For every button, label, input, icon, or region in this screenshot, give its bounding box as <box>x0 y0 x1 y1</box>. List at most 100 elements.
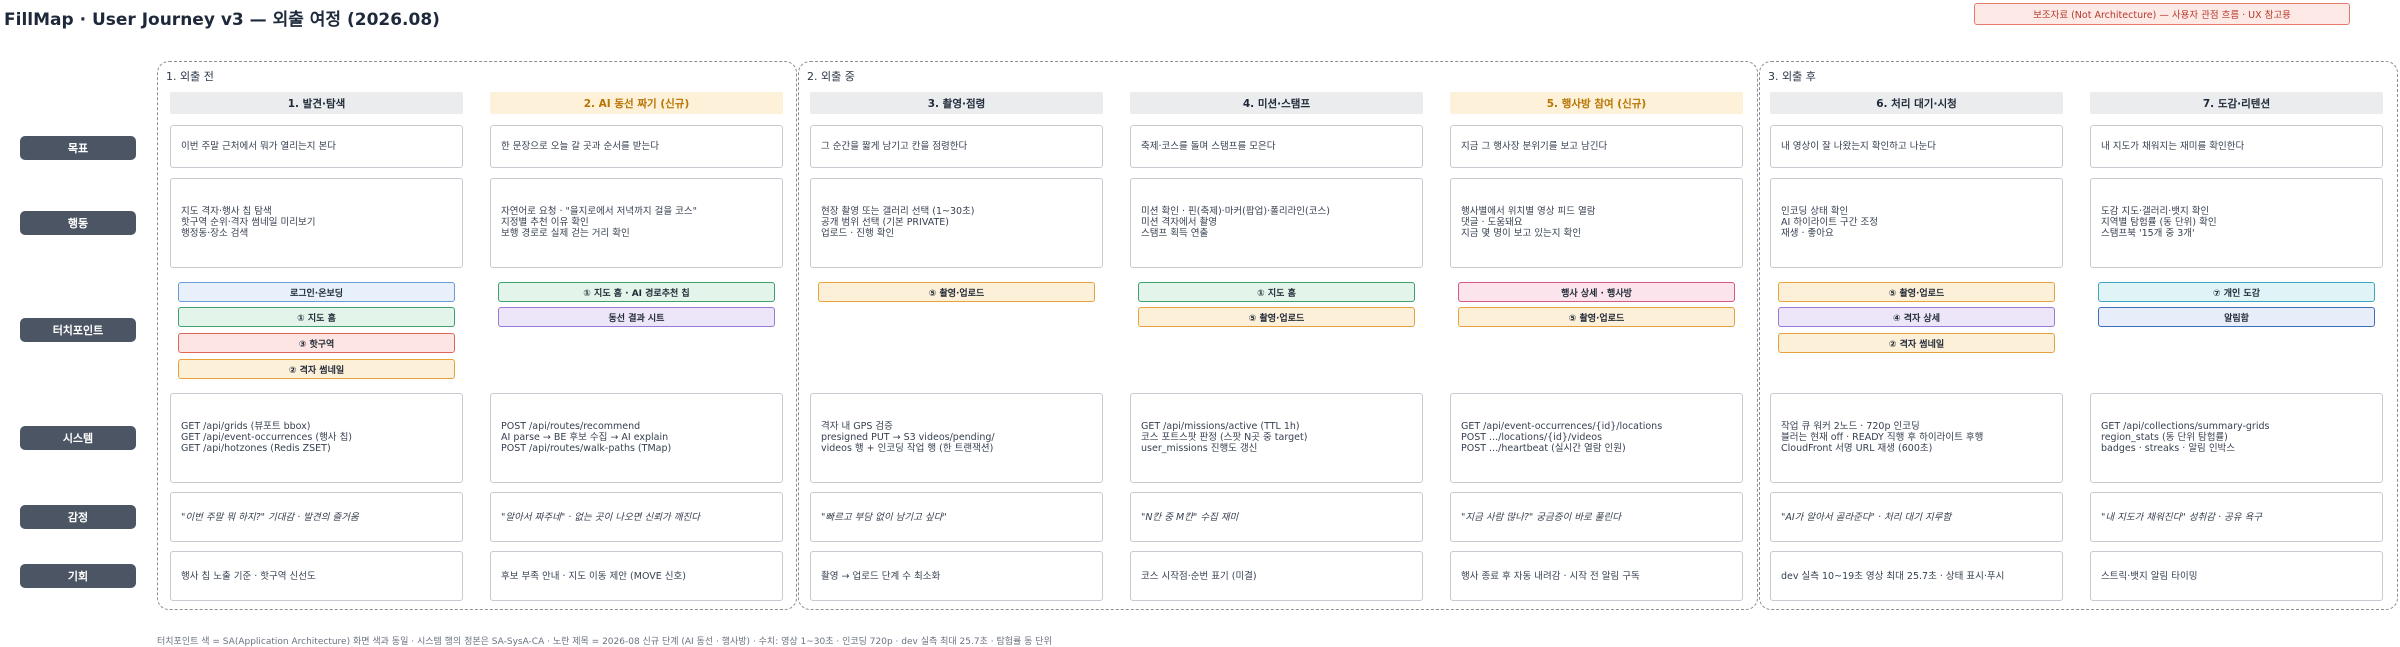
touchpoint-chip[interactable]: ② 격자 썸네일 <box>178 359 455 379</box>
goal-cell: 그 순간을 짧게 남기고 칸을 점령한다 <box>810 125 1103 168</box>
system-line: 코스 포트스팟 판정 (스팟 N곳 중 target) <box>1141 432 1308 443</box>
opportunity-text: 코스 시작점·순번 표기 (미결) <box>1141 570 1257 582</box>
system-line: region_stats (동 단위 탐험률) <box>2101 432 2228 443</box>
goal-cell: 한 문장으로 오늘 갈 곳과 순서를 받는다 <box>490 125 783 168</box>
touchpoint-chip[interactable]: ⑤ 촬영·업로드 <box>1458 307 1735 327</box>
touchpoint-chip[interactable]: 행사 상세 · 행사방 <box>1458 282 1735 302</box>
system-cell: GET /api/missions/active (TTL 1h) 코스 포트스팟… <box>1130 393 1423 483</box>
action-line: 보행 경로로 실제 걷는 거리 확인 <box>501 228 630 239</box>
opportunity-text: 촬영 → 업로드 단계 수 최소화 <box>821 570 941 582</box>
system-cell: 작업 큐 워커 2노드 · 720p 인코딩 블러는 현재 off · READY… <box>1770 393 2063 483</box>
system-line: POST .../locations/{id}/videos <box>1461 432 1603 443</box>
emotion-cell: "AI가 알아서 골라준다" · 처리 대기 지루함 <box>1770 492 2063 542</box>
row-label-emotion: 감정 <box>20 505 136 529</box>
action-line: 미션 격자에서 촬영 <box>1141 217 1217 228</box>
system-line: 작업 큐 워커 2노드 · 720p 인코딩 <box>1781 421 1920 432</box>
emotion-cell: "알아서 짜주네" · 없는 곳이 나오면 신뢰가 깨진다 <box>490 492 783 542</box>
stage-label: 2. 외출 중 <box>807 70 855 83</box>
row-label-touchpoint: 터치포인트 <box>20 318 136 342</box>
emotion-text: "알아서 짜주네" · 없는 곳이 나오면 신뢰가 깨진다 <box>501 511 700 523</box>
emotion-cell: "내 지도가 채워진다" 성취감 · 공유 욕구 <box>2090 492 2383 542</box>
journey-step-header: 6. 처리 대기·시청 <box>1770 92 2063 114</box>
journey-step-header: 2. AI 동선 짜기 (신규) <box>490 92 783 114</box>
opportunity-cell: 행사 종료 후 자동 내려감 · 시작 전 알림 구독 <box>1450 551 1743 601</box>
system-line: GET /api/event-occurrences (행사 칩) <box>181 432 353 443</box>
action-line: 핫구역 순위·격자 썸네일 미리보기 <box>181 217 316 228</box>
system-cell: GET /api/grids (뷰포트 bbox) GET /api/event-… <box>170 393 463 483</box>
action-cell: 현장 촬영 또는 갤러리 선택 (1~30초) 공개 범위 선택 (기본 PRIV… <box>810 178 1103 268</box>
touchpoint-chip[interactable]: ① 지도 홈 · AI 경로추천 칩 <box>498 282 775 302</box>
emotion-cell: "지금 사람 많나?" 궁금증이 바로 풀린다 <box>1450 492 1743 542</box>
system-line: POST .../heartbeat (실시간 열람 인원) <box>1461 443 1626 454</box>
row-label-system: 시스템 <box>20 426 136 450</box>
row-label-opportunity: 기회 <box>20 564 136 588</box>
system-line: GET /api/collections/summary-grids <box>2101 421 2270 432</box>
emotion-cell: "이번 주말 뭐 하지?" 기대감 · 발견의 즐거움 <box>170 492 463 542</box>
action-line: 업로드 · 진행 확인 <box>821 228 895 239</box>
touchpoint-chip[interactable]: ③ 핫구역 <box>178 333 455 353</box>
touchpoint-chip[interactable]: ⑤ 촬영·업로드 <box>818 282 1095 302</box>
journey-step-header: 3. 촬영·점령 <box>810 92 1103 114</box>
touchpoint-chip[interactable]: 알림함 <box>2098 307 2375 327</box>
opportunity-cell: dev 실측 10~19초 영상 최대 25.7초 · 상태 표시·푸시 <box>1770 551 2063 601</box>
system-line: GET /api/grids (뷰포트 bbox) <box>181 421 311 432</box>
opportunity-cell: 코스 시작점·순번 표기 (미결) <box>1130 551 1423 601</box>
opportunity-text: dev 실측 10~19초 영상 최대 25.7초 · 상태 표시·푸시 <box>1781 570 2005 582</box>
goal-text: 한 문장으로 오늘 갈 곳과 순서를 받는다 <box>501 141 659 152</box>
action-cell: 인코딩 상태 확인 AI 하이라이트 구간 조정 재생 · 좋아요 <box>1770 178 2063 268</box>
touchpoint-chip[interactable]: ⑦ 개인 도감 <box>2098 282 2375 302</box>
system-line: AI parse → BE 후보 수집 → AI explain <box>501 432 669 443</box>
touchpoint-chip[interactable]: ④ 격자 상세 <box>1778 307 2055 327</box>
action-line: 댓글 · 도움돼요 <box>1461 217 1523 228</box>
row-label-goal: 목표 <box>20 136 136 160</box>
opportunity-text: 후보 부족 안내 · 지도 이동 제안 (MOVE 신호) <box>501 570 686 582</box>
action-line: 도감 지도·갤러리·뱃지 확인 <box>2101 206 2210 217</box>
action-cell: 지도 격자·행사 칩 탐색 핫구역 순위·격자 썸네일 미리보기 행정동·장소 검색 <box>170 178 463 268</box>
opportunity-text: 행사 종료 후 자동 내려감 · 시작 전 알림 구독 <box>1461 570 1640 582</box>
system-cell: 격자 내 GPS 검증 presigned PUT → S3 videos/pen… <box>810 393 1103 483</box>
emotion-text: "이번 주말 뭐 하지?" 기대감 · 발견의 즐거움 <box>181 511 359 523</box>
touchpoint-chip[interactable]: ② 격자 썸네일 <box>1778 333 2055 353</box>
touchpoint-chip[interactable]: 로그인·온보딩 <box>178 282 455 302</box>
emotion-cell: "N칸 중 M칸" 수집 재미 <box>1130 492 1423 542</box>
touchpoint-chip[interactable]: ① 지도 홈 <box>1138 282 1415 302</box>
opportunity-cell: 스트릭·뱃지 알림 타이밍 <box>2090 551 2383 601</box>
system-line: videos 행 + 인코딩 작업 행 (한 트랜잭션) <box>821 443 994 454</box>
action-line: 스탬프 획득 연출 <box>1141 228 1209 239</box>
opportunity-cell: 후보 부족 안내 · 지도 이동 제안 (MOVE 신호) <box>490 551 783 601</box>
system-line: GET /api/hotzones (Redis ZSET) <box>181 443 331 454</box>
touchpoint-chip[interactable]: 동선 결과 시트 <box>498 307 775 327</box>
goal-cell: 지금 그 행사장 분위기를 보고 남긴다 <box>1450 125 1743 168</box>
action-line: 현장 촬영 또는 갤러리 선택 (1~30초) <box>821 206 975 217</box>
goal-text: 이번 주말 근처에서 뭐가 열리는지 본다 <box>181 141 336 152</box>
goal-cell: 내 지도가 채워지는 재미를 확인한다 <box>2090 125 2383 168</box>
goal-text: 그 순간을 짧게 남기고 칸을 점령한다 <box>821 141 968 152</box>
emotion-cell: "빠르고 부담 없이 남기고 싶다" <box>810 492 1103 542</box>
touchpoint-chip[interactable]: ⑤ 촬영·업로드 <box>1778 282 2055 302</box>
emotion-text: "AI가 알아서 골라준다" · 처리 대기 지루함 <box>1781 511 1952 523</box>
touchpoint-chip[interactable]: ⑤ 촬영·업로드 <box>1138 307 1415 327</box>
system-cell: GET /api/collections/summary-grids region… <box>2090 393 2383 483</box>
system-line: user_missions 진행도 갱신 <box>1141 443 1258 454</box>
action-line: 공개 범위 선택 (기본 PRIVATE) <box>821 217 950 228</box>
system-line: badges · streaks · 알림 인박스 <box>2101 443 2236 454</box>
emotion-text: "빠르고 부담 없이 남기고 싶다" <box>821 511 947 523</box>
system-line: GET /api/event-occurrences/{id}/location… <box>1461 421 1663 432</box>
goal-text: 지금 그 행사장 분위기를 보고 남긴다 <box>1461 141 1608 152</box>
supplementary-badge: 보조자료 (Not Architecture) — 사용자 관점 흐름 · UX… <box>1974 3 2350 25</box>
action-cell: 자연어로 요청 · "을지로에서 저녁까지 걸을 코스" 지정별 추천 이유 확인… <box>490 178 783 268</box>
goal-text: 내 영상이 잘 나왔는지 확인하고 나눈다 <box>1781 141 1936 152</box>
page-title: FillMap · User Journey v3 — 외출 여정 (2026.… <box>4 10 440 30</box>
action-line: AI 하이라이트 구간 조정 <box>1781 217 1879 228</box>
system-cell: POST /api/routes/recommend AI parse → BE … <box>490 393 783 483</box>
touchpoint-chip[interactable]: ① 지도 홈 <box>178 307 455 327</box>
goal-cell: 축제·코스를 돌며 스탬프를 모은다 <box>1130 125 1423 168</box>
system-line: CloudFront 서명 URL 재생 (600초) <box>1781 443 1933 454</box>
row-label-action: 행동 <box>20 211 136 235</box>
stage-label: 1. 외출 전 <box>166 70 214 83</box>
action-line: 지정별 추천 이유 확인 <box>501 217 589 228</box>
footnote: 터치포인트 색 = SA(Application Architecture) 화… <box>157 637 1052 647</box>
opportunity-cell: 행사 칩 노출 기준 · 핫구역 신선도 <box>170 551 463 601</box>
journey-step-header: 4. 미션·스탬프 <box>1130 92 1423 114</box>
emotion-text: "지금 사람 많나?" 궁금증이 바로 풀린다 <box>1461 511 1621 523</box>
